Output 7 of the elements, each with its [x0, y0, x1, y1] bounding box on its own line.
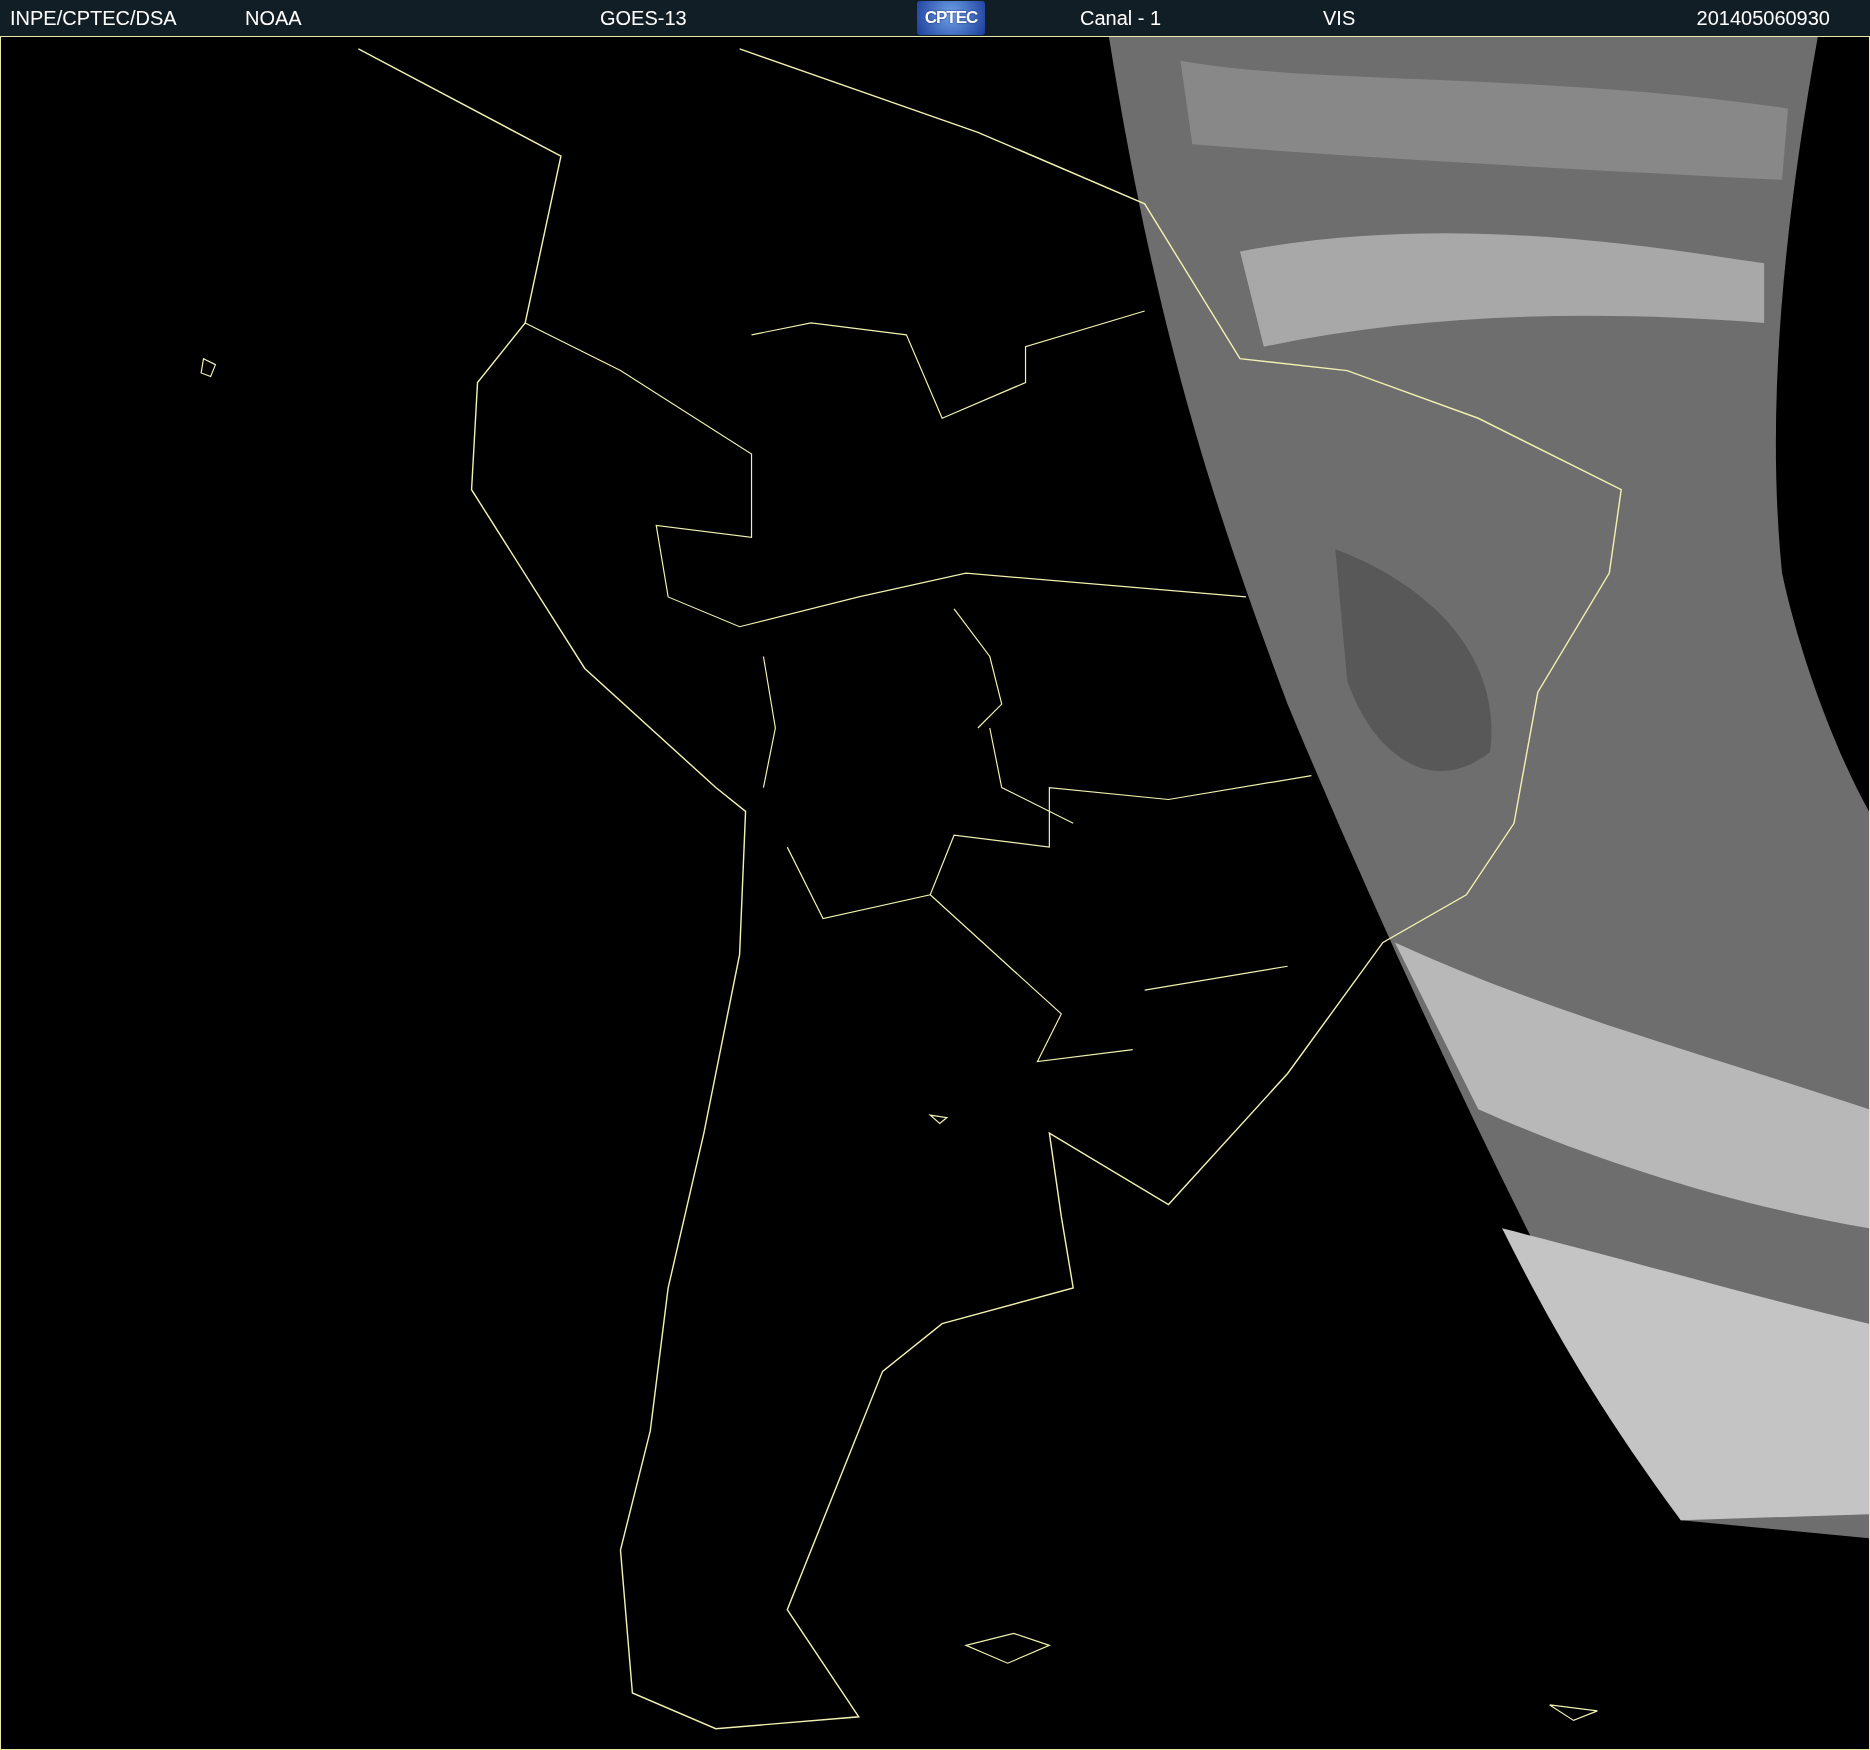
timestamp-label: 201405060930: [1696, 6, 1830, 31]
channel-label: Canal - 1: [1080, 6, 1163, 31]
agency-label: INPE/CPTEC/DSA: [10, 6, 178, 31]
band-label: VIS: [1323, 6, 1357, 31]
source-label: NOAA: [245, 6, 303, 31]
satellite-label: GOES-13: [600, 6, 688, 31]
logo: CPTEC: [917, 1, 985, 35]
